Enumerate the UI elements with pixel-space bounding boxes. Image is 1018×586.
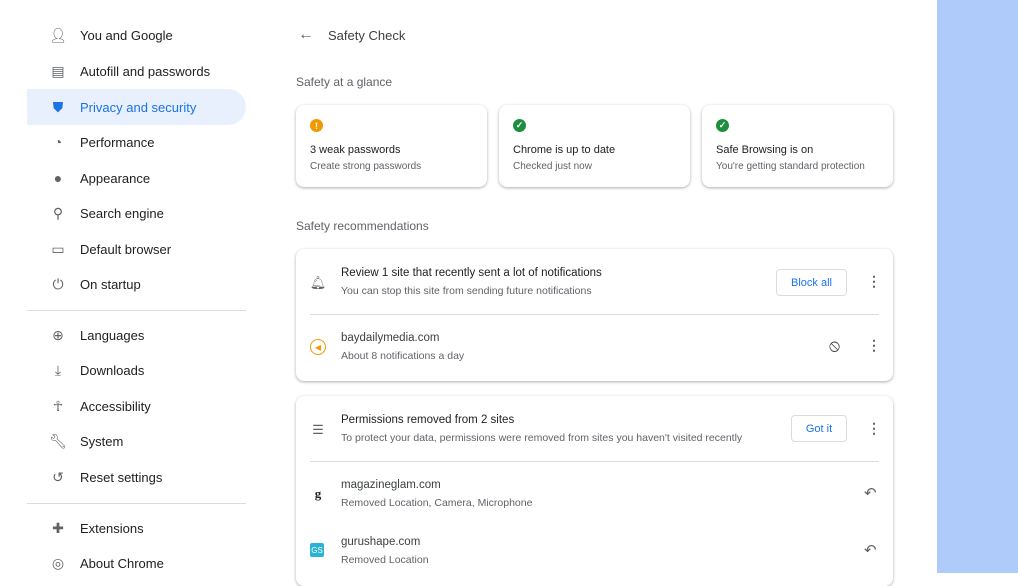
undo-icon[interactable]: ↶: [864, 541, 877, 559]
sidebar-divider: [27, 503, 246, 504]
permissions-card: ☰ Permissions removed from 2 sites To pr…: [296, 396, 893, 586]
undo-icon[interactable]: ↶: [864, 484, 877, 502]
puzzle-icon: ✚: [52, 519, 64, 536]
card-subtitle: Checked just now: [513, 161, 592, 172]
sidebar-divider: [27, 310, 246, 311]
accessibility-icon: ☥: [52, 397, 64, 414]
tune-icon: ☰: [312, 422, 324, 437]
page-header: ← Safety Check: [298, 26, 405, 44]
glance-card-safe-browsing[interactable]: ✓ Safe Browsing is on You're getting sta…: [702, 105, 893, 187]
notifications-subtitle: You can stop this site from sending futu…: [341, 285, 592, 297]
speedometer-icon: ◔: [53, 134, 63, 150]
sidebar-item-languages[interactable]: ⊕ Languages: [27, 317, 246, 353]
site-favicon: ◀: [310, 339, 326, 355]
sidebar-item-search-engine[interactable]: ⚲ Search engine: [27, 195, 246, 231]
divider: [310, 314, 879, 315]
recommendations-heading: Safety recommendations: [296, 219, 429, 233]
site-detail: Removed Location: [341, 554, 429, 566]
got-it-button[interactable]: Got it: [791, 415, 847, 442]
main-content: ← Safety Check Safety at a glance ! 3 we…: [260, 0, 937, 586]
block-icon[interactable]: ⦸: [829, 336, 840, 356]
site-detail: About 8 notifications a day: [341, 350, 465, 362]
site-domain: gurushape.com: [341, 536, 421, 548]
shield-icon: ⛊: [52, 98, 64, 115]
download-icon: ⤓: [54, 361, 62, 378]
chrome-icon: ◎: [51, 554, 65, 571]
site-favicon: GS: [310, 543, 324, 557]
check-circle-icon: ✓: [513, 119, 526, 132]
search-icon: ⚲: [52, 204, 64, 221]
notifications-title: Review 1 site that recently sent a lot o…: [341, 267, 602, 279]
sidebar-item-system[interactable]: 🔧︎ System: [27, 423, 246, 459]
sidebar-item-autofill[interactable]: ▤ Autofill and passwords: [27, 53, 246, 89]
block-all-button[interactable]: Block all: [776, 269, 847, 296]
sidebar-item-appearance[interactable]: ● Appearance: [27, 160, 246, 196]
card-subtitle: Create strong passwords: [310, 161, 422, 172]
bell-icon: 🔔︎: [309, 275, 327, 290]
sidebar-item-default-browser[interactable]: ▭ Default browser: [27, 231, 246, 267]
divider: [310, 461, 879, 462]
site-detail: Removed Location, Camera, Microphone: [341, 497, 533, 509]
card-title: Chrome is up to date: [513, 144, 616, 156]
history-icon: ↺: [52, 468, 64, 485]
sidebar-item-downloads[interactable]: ⤓ Downloads: [27, 352, 246, 388]
person-icon: 👤︎: [49, 26, 67, 43]
card-title: Safe Browsing is on: [716, 144, 814, 156]
sidebar-item-you-and-google[interactable]: 👤︎ You and Google: [27, 17, 246, 53]
globe-icon: ⊕: [52, 326, 64, 343]
glance-heading: Safety at a glance: [296, 75, 393, 89]
sidebar: 👤︎ You and Google ▤ Autofill and passwords…: [0, 0, 260, 573]
warning-icon: !: [310, 119, 323, 132]
more-vert-icon[interactable]: ⋮: [867, 273, 881, 290]
card-subtitle: You're getting standard protection: [716, 161, 865, 172]
sidebar-item-about-chrome[interactable]: ◎ About Chrome: [27, 545, 246, 581]
sidebar-item-reset-settings[interactable]: ↺ Reset settings: [27, 459, 246, 495]
power-icon: ⏻: [52, 275, 64, 292]
sidebar-item-on-startup[interactable]: ⏻ On startup: [27, 266, 246, 302]
sidebar-item-extensions[interactable]: ✚ Extensions: [27, 510, 246, 546]
permissions-title: Permissions removed from 2 sites: [341, 414, 515, 426]
site-favicon: g: [314, 486, 322, 501]
site-domain: magazineglam.com: [341, 479, 441, 491]
browser-icon: ▭: [51, 240, 65, 257]
wrench-icon: 🔧︎: [49, 432, 67, 449]
page-title: Safety Check: [328, 27, 406, 43]
sidebar-item-accessibility[interactable]: ☥ Accessibility: [27, 388, 246, 424]
side-panel: [937, 0, 1018, 573]
check-circle-icon: ✓: [716, 119, 729, 132]
site-domain: baydailymedia.com: [341, 332, 440, 344]
more-vert-icon[interactable]: ⋮: [867, 420, 881, 437]
back-arrow-icon[interactable]: ←: [298, 26, 318, 44]
more-vert-icon[interactable]: ⋮: [867, 337, 881, 354]
card-title: 3 weak passwords: [310, 144, 401, 156]
notifications-card: 🔔︎ Review 1 site that recently sent a lo…: [296, 249, 893, 381]
sidebar-item-privacy[interactable]: ⛊ Privacy and security: [27, 89, 246, 125]
palette-icon: ●: [53, 170, 63, 186]
glance-card-passwords[interactable]: ! 3 weak passwords Create strong passwor…: [296, 105, 487, 187]
glance-card-updates[interactable]: ✓ Chrome is up to date Checked just now: [499, 105, 690, 187]
permissions-subtitle: To protect your data, permissions were r…: [341, 432, 743, 444]
sidebar-item-performance[interactable]: ◔ Performance: [27, 124, 246, 160]
clipboard-icon: ▤: [51, 62, 65, 79]
